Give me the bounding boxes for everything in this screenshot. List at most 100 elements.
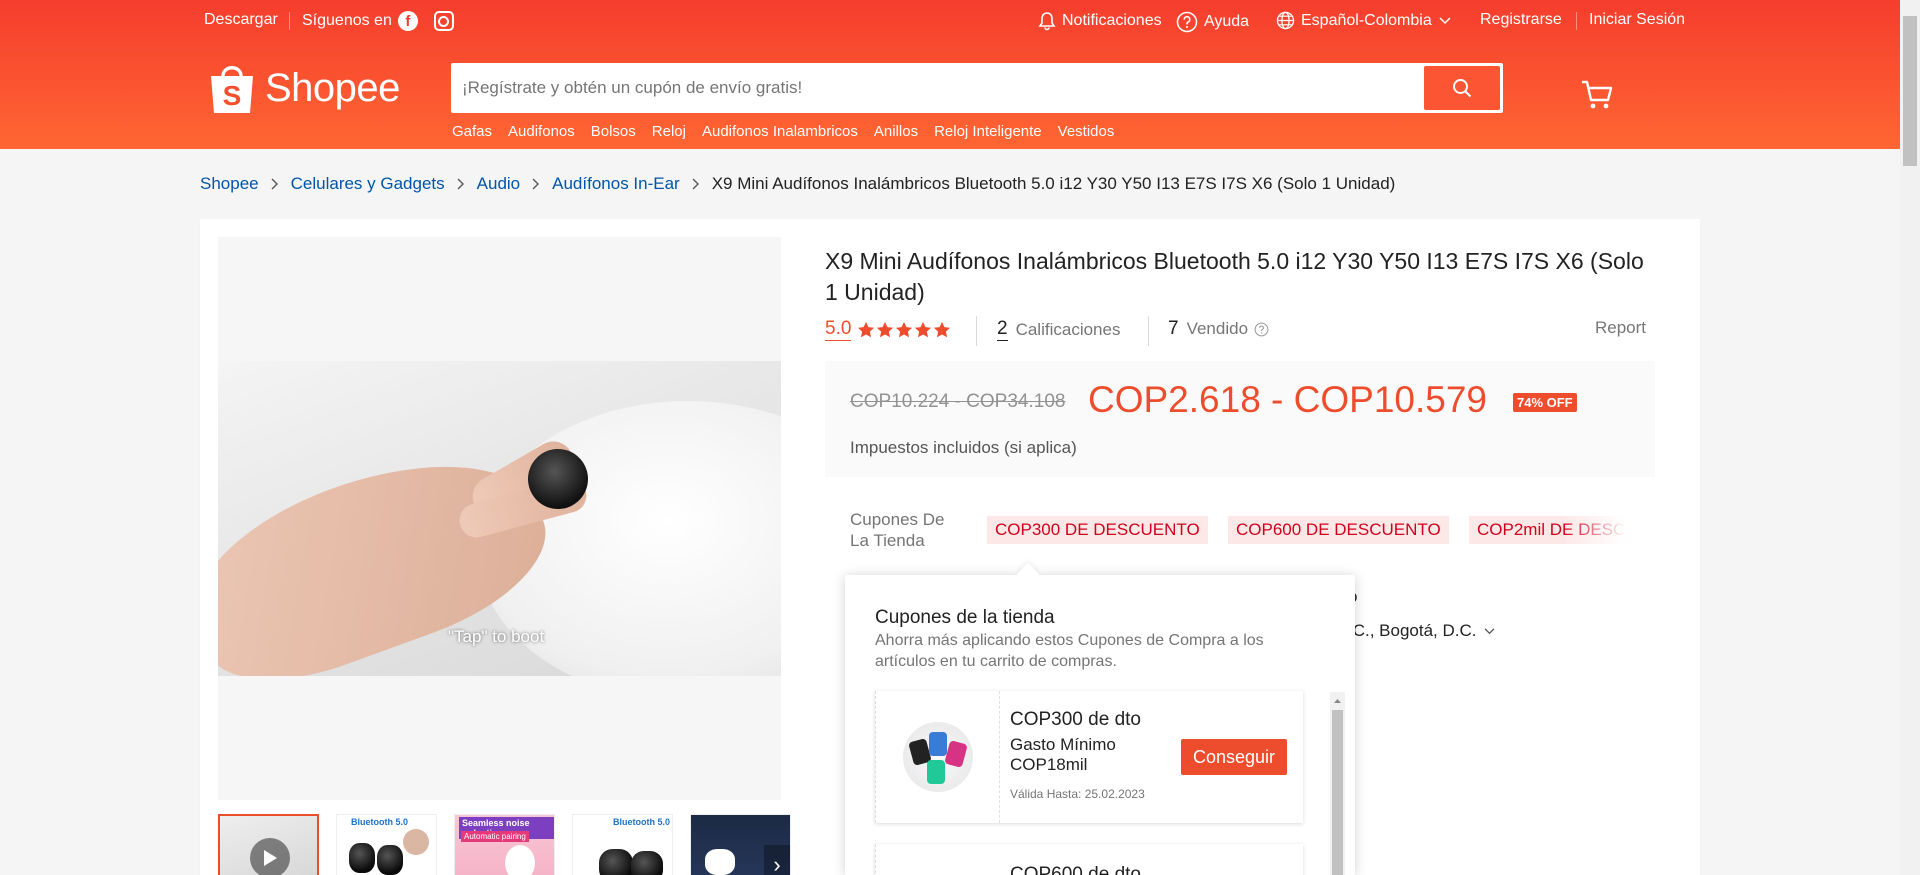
star-icon: [858, 321, 875, 337]
question-icon[interactable]: [1254, 322, 1269, 337]
chevron-right-icon: [692, 178, 699, 190]
discount-badge: 74% OFF: [1513, 393, 1577, 412]
star-icon: [877, 321, 894, 337]
shop-coupons-popover: Cupones de la tienda Ahorra más aplicand…: [845, 562, 1355, 875]
star-icon: [934, 321, 951, 337]
shipping-location[interactable]: .C., Bogotá, D.C.: [1348, 621, 1496, 641]
instagram-icon[interactable]: [433, 11, 454, 31]
search-button[interactable]: [1424, 66, 1500, 110]
popover-scrollbar[interactable]: [1330, 692, 1345, 875]
cart-button[interactable]: [1580, 78, 1614, 117]
thumbnail-image[interactable]: ›: [690, 814, 791, 875]
keyword-link[interactable]: Vestidos: [1058, 123, 1115, 140]
notifications-link[interactable]: Notificaciones: [1038, 11, 1162, 31]
register-label: Registrarse: [1480, 11, 1562, 28]
voucher-card: COP600 de dto: [875, 844, 1303, 875]
divider: [1576, 12, 1577, 30]
sold-count-label: Vendido: [1186, 319, 1249, 338]
search-input[interactable]: [454, 66, 1384, 110]
divider: [289, 12, 290, 30]
breadcrumb-shopee[interactable]: Shopee: [200, 174, 259, 194]
product-video[interactable]: "Tap" to boot: [218, 361, 781, 676]
help-link[interactable]: Ayuda: [1176, 11, 1249, 33]
bell-icon: [1038, 12, 1056, 31]
chevron-down-icon: [1439, 16, 1451, 24]
keyword-link[interactable]: Gafas: [452, 123, 492, 140]
scroll-up-icon[interactable]: [1330, 694, 1345, 708]
keyword-link[interactable]: Bolsos: [591, 123, 636, 140]
rating-summary[interactable]: 5.0: [825, 318, 951, 341]
thumbnail-image[interactable]: Bluetooth 5.0: [336, 814, 437, 875]
thumbnail-sublabel: Automatic pairing: [461, 831, 529, 842]
download-link[interactable]: Descargar: [204, 11, 278, 29]
register-link[interactable]: Registrarse: [1480, 11, 1562, 29]
search-bar: [451, 63, 1503, 113]
play-icon: [250, 838, 290, 875]
login-label: Iniciar Sesión: [1589, 11, 1686, 28]
divider: [976, 316, 977, 346]
thumbnail-strip: ‹ Bluetooth 5.0 Seamless noise reduction…: [218, 814, 791, 875]
coupon-chip[interactable]: COP600 DE DESCUENTO: [1228, 516, 1449, 544]
divider: [1148, 316, 1149, 346]
earbud-image: [377, 845, 403, 875]
top-navbar: Descargar Síguenos en f Notificaciones A…: [0, 0, 1900, 42]
voucher-validity: Válida Hasta: 25.02.2023: [1010, 787, 1145, 801]
smartwatch-image: [902, 722, 973, 792]
site-header: Descargar Síguenos en f Notificaciones A…: [0, 0, 1900, 149]
coupon-chip[interactable]: COP2mil DE DESCUENTO: [1469, 516, 1626, 544]
sold-count: 7 Vendido: [1168, 318, 1269, 340]
keyword-link[interactable]: Audifonos: [508, 123, 575, 140]
rating-value: 5.0: [825, 318, 852, 341]
claim-voucher-button[interactable]: Conseguir: [1181, 739, 1287, 775]
language-selector[interactable]: Español-Colombia: [1276, 11, 1452, 30]
notifications-label: Notificaciones: [1062, 12, 1162, 29]
thumbnail-video[interactable]: ‹: [218, 814, 319, 875]
voucher-shop-image: [876, 691, 1000, 823]
voucher-title: COP300 de dto: [1010, 709, 1141, 730]
voucher-card: COP300 de dto Gasto Mínimo COP18mil Váli…: [875, 691, 1303, 823]
chevron-right-icon: [271, 178, 278, 190]
chevron-left-icon[interactable]: ‹: [220, 836, 230, 875]
ratings-count-value: 2: [997, 318, 1008, 341]
chevron-right-icon[interactable]: ›: [764, 845, 790, 875]
shopee-logo[interactable]: S Shopee: [207, 60, 400, 116]
popover-subtitle: Ahorra más aplicando estos Cupones de Co…: [875, 632, 1264, 670]
coupon-chip[interactable]: COP300 DE DESCUENTO: [987, 516, 1208, 544]
thumbnail-image[interactable]: Bluetooth 5.0: [572, 814, 673, 875]
keyword-link[interactable]: Reloj: [652, 123, 686, 140]
facebook-icon[interactable]: f: [397, 11, 418, 31]
help-icon: [1176, 11, 1198, 33]
voucher-title: COP600 de dto: [1010, 864, 1141, 875]
trending-keywords: Gafas Audifonos Bolsos Reloj Audifonos Inala…: [452, 123, 1114, 140]
earbud-image: [705, 849, 735, 875]
star-icon: [896, 321, 913, 337]
video-caption: "Tap" to boot: [448, 627, 545, 646]
product-media: "Tap" to boot: [218, 237, 781, 800]
login-link[interactable]: Iniciar Sesión: [1589, 11, 1685, 29]
page-scrollbar[interactable]: [1900, 0, 1920, 875]
follow-us: Síguenos en f: [302, 11, 454, 31]
ratings-count[interactable]: 2 Calificaciones: [997, 318, 1120, 341]
earbud-image: [349, 843, 375, 873]
scrollbar-thumb[interactable]: [1332, 710, 1343, 875]
follow-label: Síguenos en: [302, 12, 392, 29]
thumbnail-image[interactable]: Seamless noise reduction Automatic pairi…: [454, 814, 555, 875]
model-image: [403, 829, 429, 855]
original-price: COP10.224 - COP34.108: [850, 391, 1066, 412]
breadcrumb-audio[interactable]: Audio: [477, 174, 520, 194]
keyword-link[interactable]: Reloj Inteligente: [934, 123, 1042, 140]
report-link[interactable]: Report: [1595, 318, 1646, 338]
language-label: Español-Colombia: [1301, 11, 1432, 29]
tax-note: Impuestos incluidos (si aplica): [850, 438, 1077, 457]
star-icon: [915, 321, 932, 337]
scrollbar-thumb[interactable]: [1903, 16, 1917, 166]
location-label: .C., Bogotá, D.C.: [1348, 621, 1477, 640]
keyword-link[interactable]: Audifonos Inalambricos: [702, 123, 858, 140]
keyword-link[interactable]: Anillos: [874, 123, 918, 140]
breadcrumb-celulares[interactable]: Celulares y Gadgets: [291, 174, 445, 194]
earbud-image: [631, 851, 663, 875]
help-label: Ayuda: [1204, 13, 1250, 30]
earbud-image: [599, 849, 633, 875]
breadcrumb-audifonos-in-ear[interactable]: Audífonos In-Ear: [552, 174, 680, 194]
globe-icon: [1276, 11, 1295, 30]
